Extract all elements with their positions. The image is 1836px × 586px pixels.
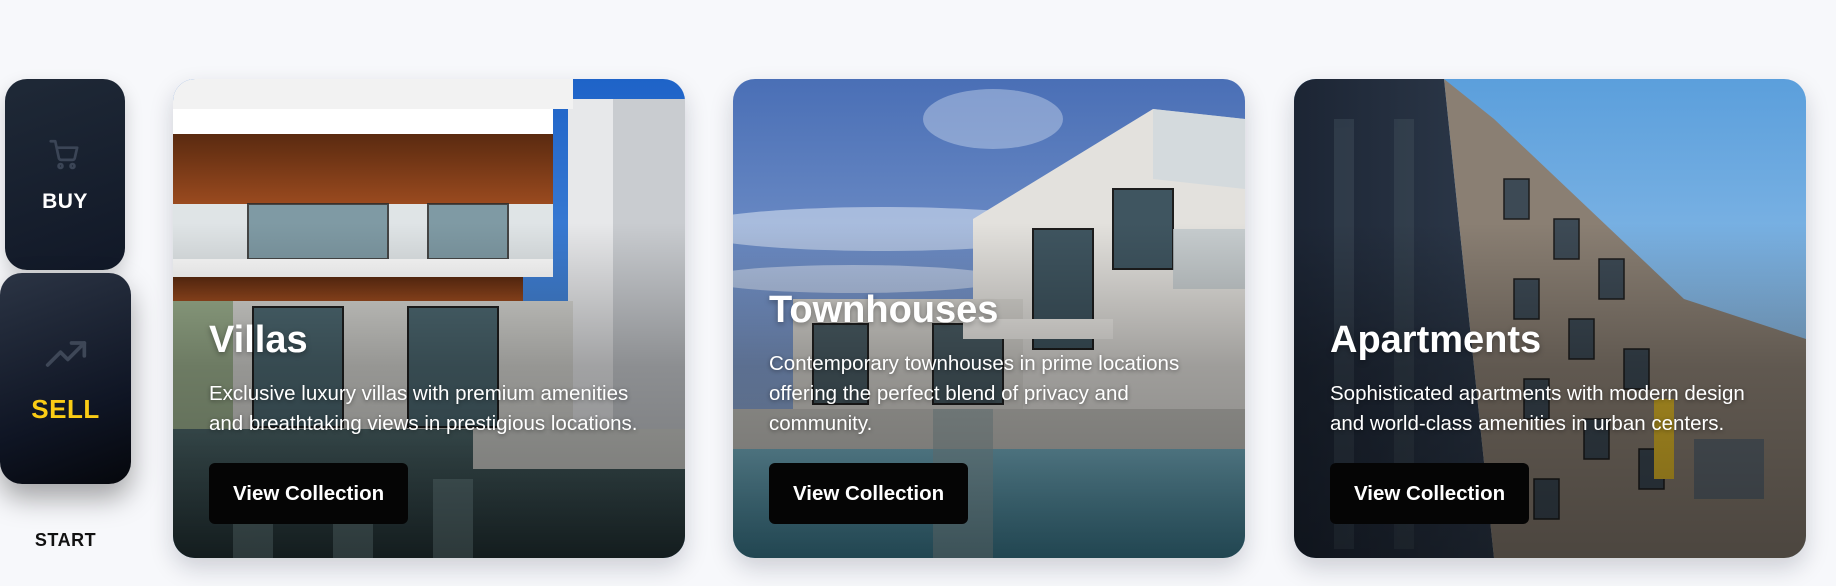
- nav-sell-label: SELL: [31, 394, 100, 424]
- trending-up-icon: [45, 341, 86, 367]
- apartments-title: Apartments: [1330, 319, 1542, 361]
- townhouses-view-collection-button[interactable]: View Collection: [769, 463, 969, 524]
- townhouses-description: Contemporary townhouses in prime locatio…: [769, 352, 1180, 435]
- nav-start-link[interactable]: START: [0, 530, 131, 551]
- villas-view-collection-button[interactable]: View Collection: [209, 463, 409, 524]
- apartments-card: Apartments Sophisticated apartments with…: [1294, 79, 1806, 558]
- villas-description: Exclusive luxury villas with premium ame…: [209, 382, 638, 435]
- shopping-cart-icon: [49, 139, 79, 169]
- townhouses-title: Townhouses: [769, 289, 999, 331]
- townhouses-card: Townhouses Contemporary townhouses in pr…: [733, 79, 1245, 558]
- villas-card: Villas Exclusive luxury villas with prem…: [173, 79, 685, 558]
- nav-buy-label: BUY: [42, 189, 88, 213]
- nav-buy-card[interactable]: BUY: [5, 79, 125, 270]
- apartments-description: Sophisticated apartments with modern des…: [1330, 382, 1745, 435]
- apartments-view-collection-button[interactable]: View Collection: [1330, 463, 1530, 524]
- villas-title: Villas: [209, 319, 308, 361]
- nav-sell-card[interactable]: SELL: [0, 273, 131, 484]
